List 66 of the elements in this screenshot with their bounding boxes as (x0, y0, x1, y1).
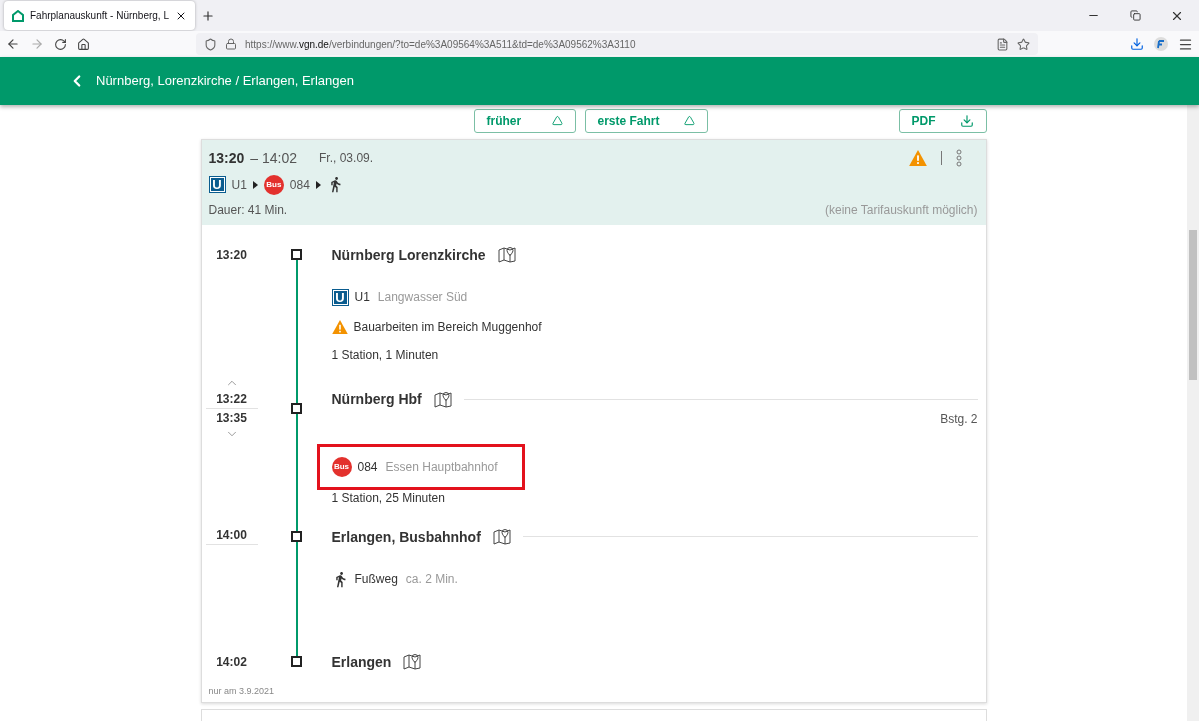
validity-note: nur am 3.9.2021 (207, 686, 276, 698)
departure-time: 13:20 (208, 149, 245, 166)
map-icon[interactable] (497, 246, 516, 264)
line-label: 084 (289, 177, 310, 192)
address-bar[interactable]: https://www.vgn.de/verbindungen/?to=de%3A09564%3A511&td=de%3A09562%3A3110 (196, 33, 1038, 56)
triangle-icon (551, 115, 563, 127)
caret-right-icon (252, 180, 258, 189)
direction-text: Langwasser Süd (377, 290, 468, 305)
stop-time: 14:00 (216, 528, 247, 543)
url-text: https://www.vgn.de/verbindungen/?to=de%3A09564%3A511&td=de%3A09562%3A3110 (245, 38, 637, 50)
stop-name: Nürnberg Lorenzkirche (331, 246, 486, 263)
duration-text: Dauer: 41 Min. (208, 202, 288, 217)
stop-time: 13:22 (216, 392, 247, 406)
action-button[interactable]: früher (473, 108, 576, 133)
map-icon[interactable] (433, 391, 452, 408)
stop-name: Erlangen, Busbahnhof (331, 529, 481, 545)
restore-icon[interactable] (1129, 10, 1141, 22)
more-icon[interactable] (955, 148, 962, 167)
stop-name: Erlangen (331, 654, 392, 670)
trip-date: Fr., 03.09. (319, 150, 374, 165)
notice-text: Bauarbeiten im Bereich Muggenhof (353, 319, 542, 334)
fare-note: (keine Tarifauskunft möglich) (825, 202, 978, 217)
warning-icon (331, 319, 348, 334)
subway-badge: U (208, 176, 226, 194)
stop-marker (291, 403, 302, 414)
reload-icon[interactable] (54, 37, 67, 51)
tab-title: Fahrplanauskunft - Nürnberg, L (30, 10, 169, 22)
leg-info: 1 Station, 1 Minuten (331, 348, 440, 362)
arrival-time: – 14:02 (250, 149, 298, 166)
line-label: Fußweg (354, 572, 398, 587)
map-icon[interactable] (492, 528, 511, 546)
stop-time: 13:20 (216, 247, 247, 262)
bookmark-icon[interactable] (1017, 37, 1030, 51)
menu-icon[interactable] (1178, 36, 1193, 52)
line-label: 084 (357, 460, 378, 474)
download-icon[interactable] (1130, 37, 1144, 52)
direction-text: ca. 2 Min. (405, 572, 458, 587)
stop-time: 14:02 (216, 655, 247, 669)
bus-badge: Bus (331, 457, 352, 477)
bus-badge: Bus (263, 174, 284, 195)
shield-icon[interactable] (204, 37, 217, 51)
direction-text: Essen Hauptbahnhof (385, 460, 498, 474)
reader-icon[interactable] (996, 37, 1009, 51)
extension-icon[interactable] (1154, 37, 1168, 52)
lock-icon (225, 38, 237, 51)
new-tab-icon[interactable] (200, 8, 215, 23)
leg-info: 1 Station, 25 Minuten (331, 491, 446, 505)
action-button[interactable]: PDF (898, 108, 987, 133)
line-label: U1 (231, 177, 247, 192)
line-label: U1 (354, 290, 370, 305)
action-button[interactable]: erste Fahrt (584, 108, 708, 133)
stop-name: Nürnberg Hbf (331, 391, 422, 408)
download-icon (959, 113, 974, 128)
scrollbar[interactable] (1187, 104, 1199, 721)
caret-right-icon (315, 180, 321, 189)
triangle-icon (683, 115, 695, 127)
map-icon[interactable] (403, 653, 422, 671)
platform-label: Bstg. 2 (940, 412, 978, 426)
stop-marker (291, 656, 302, 668)
home-icon[interactable] (77, 37, 90, 51)
stop-marker (291, 249, 302, 261)
site-logo-icon (12, 9, 24, 22)
header-title: Nürnberg, Lorenzkirche / Erlangen, Erlangen (96, 73, 354, 89)
stop-time: 13:35 (216, 411, 247, 425)
browser-tab[interactable]: Fahrplanauskunft - Nürnberg, L (4, 1, 195, 31)
stop-marker (291, 531, 302, 543)
